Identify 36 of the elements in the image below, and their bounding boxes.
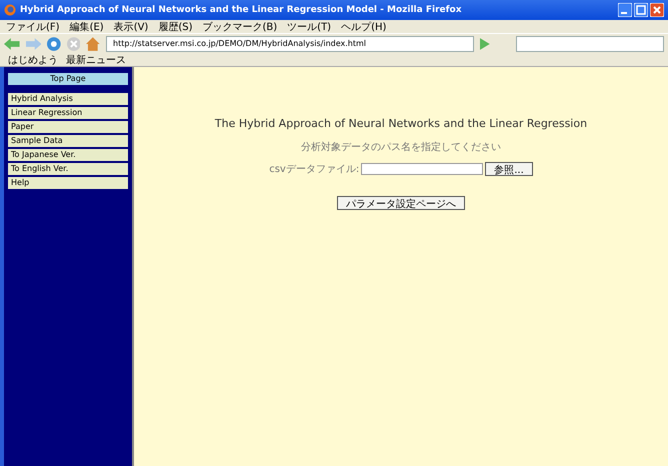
page-heading: The Hybrid Approach of Neural Networks and the Linear Regression <box>214 117 588 130</box>
menu-item[interactable]: 履歴(S) <box>158 20 192 34</box>
minimize-icon[interactable] <box>618 3 632 17</box>
file-path-field[interactable] <box>361 163 484 175</box>
close-icon[interactable] <box>650 3 664 17</box>
maximize-icon[interactable] <box>634 3 648 17</box>
menu-item[interactable]: 表示(V) <box>114 20 148 34</box>
menu-item[interactable]: ファイル(F) <box>6 20 60 34</box>
go-icon[interactable] <box>480 38 490 50</box>
sidebar-item[interactable]: Hybrid Analysis <box>8 93 128 105</box>
sidebar-item[interactable]: Help <box>8 177 128 189</box>
forward-icon[interactable] <box>26 38 42 50</box>
bookmark-item[interactable]: 最新ニュース <box>66 53 126 67</box>
sidebar-item[interactable]: Paper <box>8 121 128 133</box>
menu-item[interactable]: ツール(T) <box>287 20 332 34</box>
instruction-text: 分析対象データのパス名を指定してください <box>301 140 501 154</box>
reload-icon[interactable] <box>47 37 61 51</box>
browser-logo-icon <box>4 4 16 16</box>
back-icon[interactable] <box>4 38 20 50</box>
window-title: Hybrid Approach of Neural Networks and the Linear Regression Model - Mozilla Firefox <box>20 5 463 15</box>
file-label: csvデータファイル: <box>269 163 360 176</box>
sidebar-item[interactable]: Sample Data <box>8 135 128 147</box>
menu-item[interactable]: ヘルプ(H) <box>341 20 386 34</box>
menu-item[interactable]: ブックマーク(B) <box>202 20 278 34</box>
address-field[interactable]: http://statserver.msi.co.jp/DEMO/DM/HybridAnalysis/index.html <box>106 36 474 52</box>
sidebar-item[interactable]: Linear Regression <box>8 107 128 119</box>
search-field[interactable] <box>516 36 664 52</box>
menu-item[interactable]: 編集(E) <box>70 20 104 34</box>
bookmark-item[interactable]: はじめよう <box>8 53 58 67</box>
next-page-button[interactable]: パラメータ設定ページへ <box>337 196 465 210</box>
sidebar-item[interactable]: To English Ver. <box>8 163 128 175</box>
home-icon[interactable] <box>86 37 100 51</box>
browse-button[interactable]: 参照... <box>485 162 533 176</box>
stop-icon[interactable] <box>66 37 80 51</box>
sidebar-item[interactable]: To Japanese Ver. <box>8 149 128 161</box>
top-page-link[interactable]: Top Page <box>8 73 128 85</box>
